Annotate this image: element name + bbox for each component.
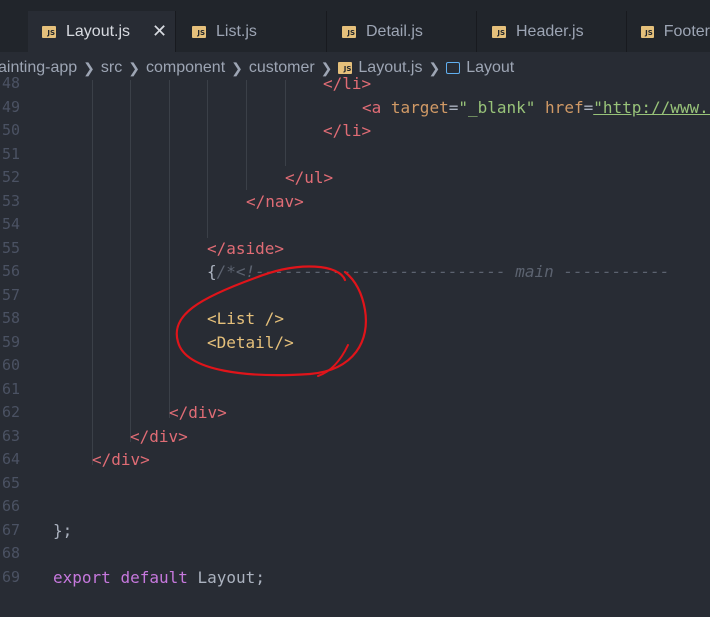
js-file-icon: JS [492, 25, 506, 38]
annotation-circle [175, 265, 367, 377]
js-file-icon: JS [42, 25, 56, 38]
breadcrumb-item-src[interactable]: src [101, 59, 122, 77]
tab-label: Header.js [516, 22, 584, 40]
close-icon[interactable]: ✕ [152, 21, 167, 42]
breadcrumb-item-customer[interactable]: customer [249, 59, 315, 77]
chevron-right-icon: ❯ [128, 59, 140, 76]
tab-layout-js[interactable]: JS Layout.js ✕ [28, 11, 176, 52]
tab-label: Layout.js [66, 22, 131, 40]
tab-label: Detail.js [366, 22, 423, 40]
tab-label: Footer [663, 22, 710, 40]
code-editor[interactable]: 48 49 50 51 52 53 54 55 56 57 58 59 60 6… [0, 74, 710, 617]
chevron-right-icon: ❯ [83, 59, 95, 76]
tab-footer-js[interactable]: JS Footer [627, 11, 710, 52]
tab-detail-js[interactable]: JS Detail.js [327, 11, 477, 52]
chevron-right-icon: ❯ [428, 59, 441, 76]
tab-header-js[interactable]: JS Header.js [477, 11, 627, 52]
symbol-component-icon [446, 62, 461, 74]
tab-label: List.js [216, 22, 257, 40]
tab-list-js[interactable]: JS List.js [177, 11, 327, 52]
js-file-icon: JS [192, 25, 206, 38]
js-file-icon: JS [342, 25, 356, 38]
js-file-icon: JS [641, 25, 654, 38]
breadcrumb-item-component[interactable]: component [146, 59, 225, 77]
breadcrumb-item-symbol[interactable]: Layout [466, 59, 514, 77]
chevron-right-icon: ❯ [231, 59, 243, 76]
tab-bar: JS Layout.js ✕ JS List.js JS Detail.js J… [0, 0, 710, 52]
